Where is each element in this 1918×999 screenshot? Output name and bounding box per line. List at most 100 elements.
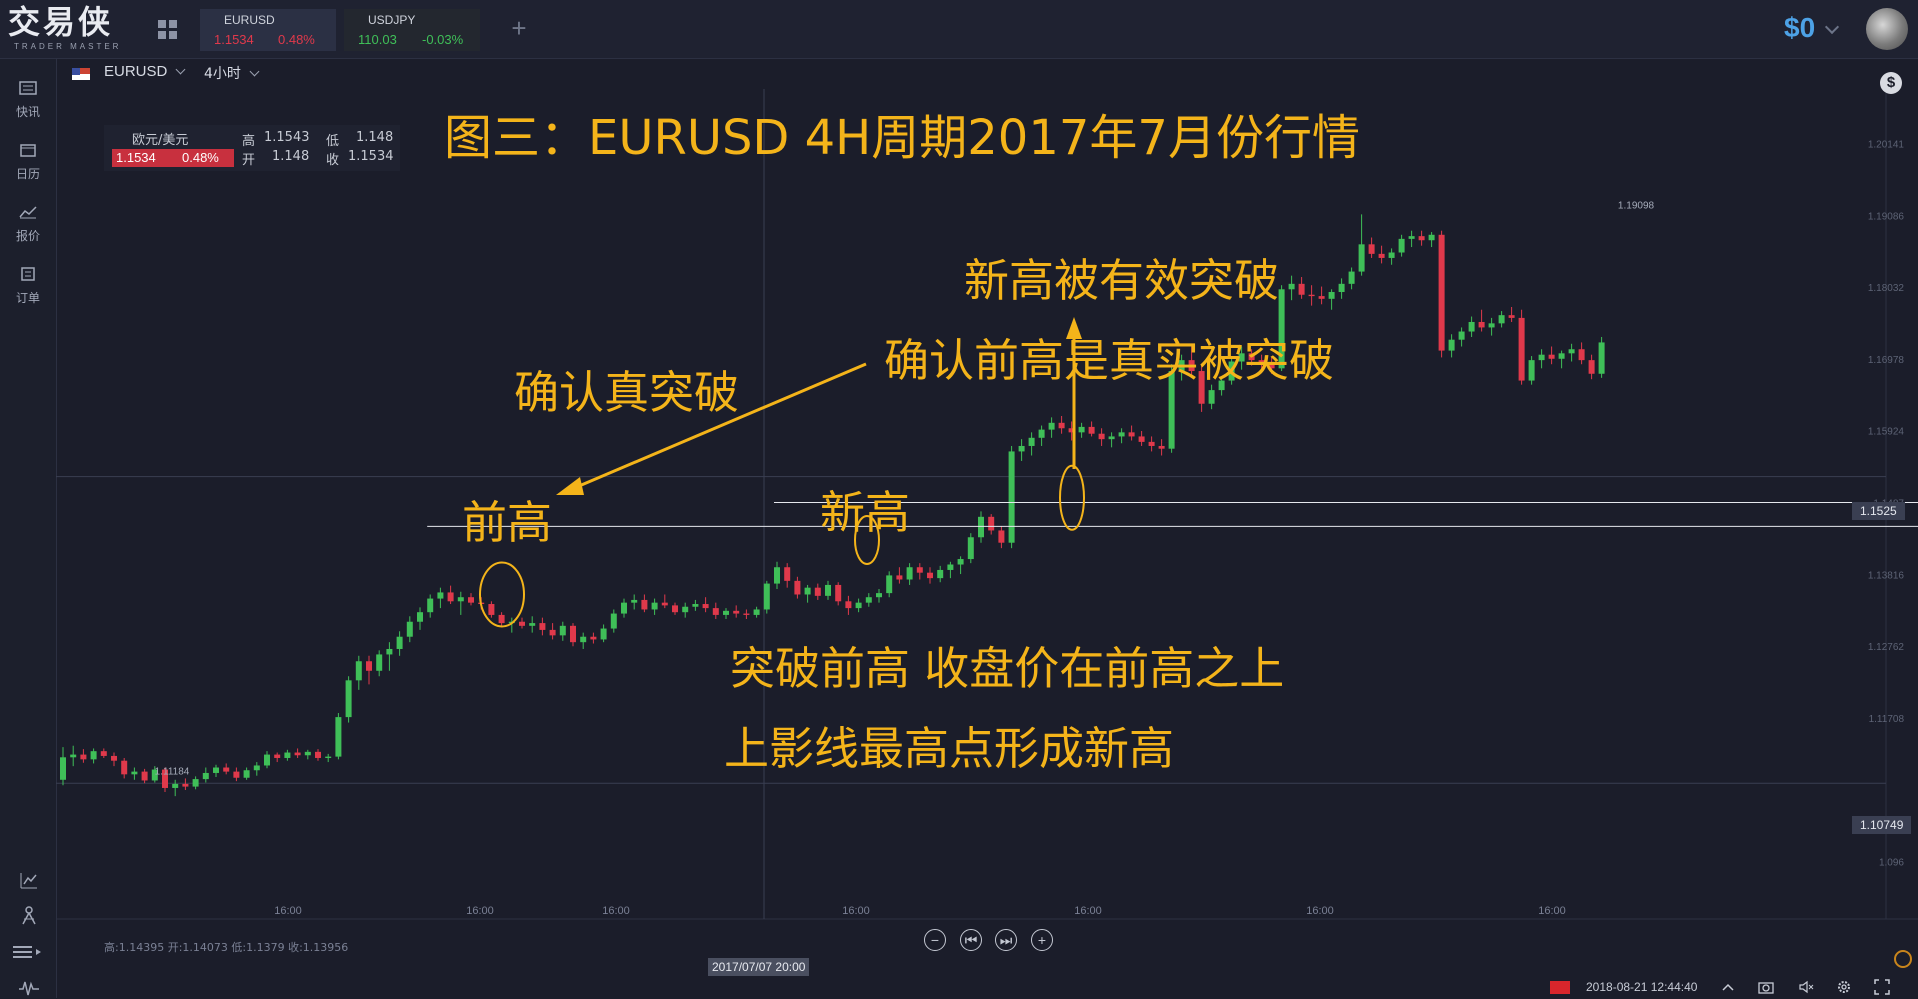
y-tick-label: 1.16978	[1868, 355, 1905, 366]
tab-eurusd[interactable]: EURUSD 1.1534 0.48%	[200, 9, 336, 51]
app-logo[interactable]: 交易侠 TRADER MASTER	[8, 2, 136, 54]
tab-symbol: EURUSD	[224, 13, 275, 27]
candle-bearish	[814, 587, 821, 596]
candle-bullish	[60, 757, 66, 780]
x-tick-label: 16:00	[1306, 905, 1334, 917]
candle-bearish	[784, 567, 791, 581]
tab-price: 110.03	[358, 32, 397, 47]
newsflash-icon	[19, 81, 37, 95]
candle-bullish	[651, 602, 658, 610]
scroll-start-button[interactable]: ⏮	[960, 929, 982, 951]
price-badge: 1.1534 0.48%	[112, 149, 234, 167]
confirm-prev-high-annotation: 确认前高是真实被突破	[884, 334, 1335, 387]
fullscreen-icon[interactable]	[1874, 979, 1890, 995]
indicator-icon[interactable]	[18, 869, 40, 891]
drawing-tool-icon[interactable]	[18, 905, 40, 927]
candle-bullish	[131, 771, 138, 775]
candle-bullish	[682, 606, 689, 613]
candle-bullish	[906, 567, 913, 580]
candle-bearish	[1478, 321, 1485, 328]
mute-icon[interactable]	[1798, 979, 1814, 995]
candle-bullish	[417, 612, 423, 622]
candle-bearish	[896, 575, 903, 580]
candle-bearish	[121, 760, 128, 775]
chart-area[interactable]: 1.0961.117081.127621.138161.14871.159241…	[56, 89, 1918, 969]
symbol-label: EURUSD	[104, 63, 168, 80]
candle-bullish	[774, 567, 780, 584]
calendar-icon	[20, 144, 36, 157]
candle-bullish	[192, 779, 199, 787]
chevron-down-icon[interactable]	[1824, 19, 1840, 35]
candle-bearish	[100, 751, 107, 756]
candle-bullish	[1448, 339, 1455, 351]
menu-expand-icon[interactable]	[10, 941, 44, 963]
confirm-true-break-annotation: 确认真突破	[514, 366, 740, 419]
candle-bearish	[1378, 253, 1385, 258]
sidebar-item-calendar[interactable]: 日历	[0, 133, 56, 185]
candle-bullish	[763, 583, 770, 610]
candle-bearish	[223, 767, 230, 772]
low-value: 1.148	[356, 130, 394, 145]
candle-bullish	[723, 610, 729, 615]
camera-icon[interactable]	[1758, 979, 1774, 995]
orders-icon	[21, 267, 35, 281]
candle-bearish	[835, 584, 842, 602]
candle-bullish	[610, 613, 617, 629]
candle-bearish	[1088, 426, 1095, 434]
y-tick-label: 1.18032	[1868, 283, 1905, 294]
candle-bearish	[998, 530, 1005, 543]
account-balance[interactable]: $0	[1784, 12, 1815, 44]
tab-usdjpy[interactable]: USDJPY 110.03 -0.03%	[344, 9, 480, 51]
y-tick-label: 1.20141	[1868, 139, 1905, 150]
candle-bearish	[294, 752, 301, 756]
sidebar-item-label: 快讯	[15, 105, 40, 119]
new-high-broken-annotation: 新高被有效突破	[964, 254, 1280, 307]
candle-bullish	[1408, 236, 1415, 239]
dollar-icon[interactable]: $	[1880, 72, 1902, 94]
candle-bearish	[1548, 354, 1555, 359]
breakout-ellipse	[1059, 464, 1085, 531]
candle-bullish	[1398, 238, 1405, 253]
candle-bearish	[661, 602, 668, 606]
candle-bullish	[1078, 426, 1085, 433]
waveform-icon[interactable]	[18, 977, 40, 999]
candle-bullish	[304, 751, 311, 756]
candle-bullish	[1018, 445, 1025, 452]
sidebar-item-newsflash[interactable]: 快讯	[0, 71, 56, 123]
candle-bearish	[1098, 433, 1105, 440]
alert-icon[interactable]	[1894, 950, 1912, 968]
candle-bearish	[1148, 441, 1155, 446]
candle-bullish	[1468, 321, 1475, 332]
scroll-end-button[interactable]: ⏭	[995, 929, 1017, 951]
zoom-out-button[interactable]: −	[924, 929, 946, 951]
candle-bearish	[1588, 360, 1595, 374]
logo-text: 交易侠	[8, 3, 114, 41]
add-tab-button[interactable]: +	[508, 14, 530, 42]
candle-bullish	[1038, 429, 1045, 438]
timeframe-selector[interactable]: 4小时	[204, 63, 260, 83]
candle-bearish	[570, 625, 576, 643]
sidebar-item-orders[interactable]: 订单	[0, 257, 56, 309]
ohlc-readout: 高:1.14395 开:1.14073 低:1.1379 收:1.13956	[104, 941, 349, 954]
candlestick-chart[interactable]: 1.0961.117081.127621.138161.14871.159241…	[56, 89, 1918, 969]
x-tick-label: 16:00	[1074, 905, 1102, 917]
candle-bullish	[427, 598, 434, 613]
candle-bullish	[692, 604, 699, 607]
chevron-up-icon[interactable]	[1720, 979, 1736, 995]
zoom-in-button[interactable]: +	[1031, 929, 1053, 951]
candle-bearish	[712, 608, 719, 615]
gear-icon[interactable]	[1836, 979, 1852, 995]
candle-bullish	[580, 636, 587, 643]
symbol-selector[interactable]: EURUSD	[104, 63, 186, 80]
china-flag-icon	[1550, 981, 1570, 994]
chart-toolbar: EURUSD 4小时	[56, 59, 1918, 89]
current-price-tag: 1.1525	[1852, 502, 1905, 520]
sidebar-item-quotes[interactable]: 报价	[0, 195, 56, 247]
candle-bullish	[264, 754, 270, 766]
apps-grid-icon[interactable]	[158, 20, 178, 40]
candle-bearish	[539, 623, 546, 630]
candle-bearish	[366, 661, 372, 671]
prev-high-annotation: 前高	[462, 496, 553, 549]
candle-bullish	[1108, 436, 1115, 440]
avatar[interactable]	[1866, 8, 1908, 50]
